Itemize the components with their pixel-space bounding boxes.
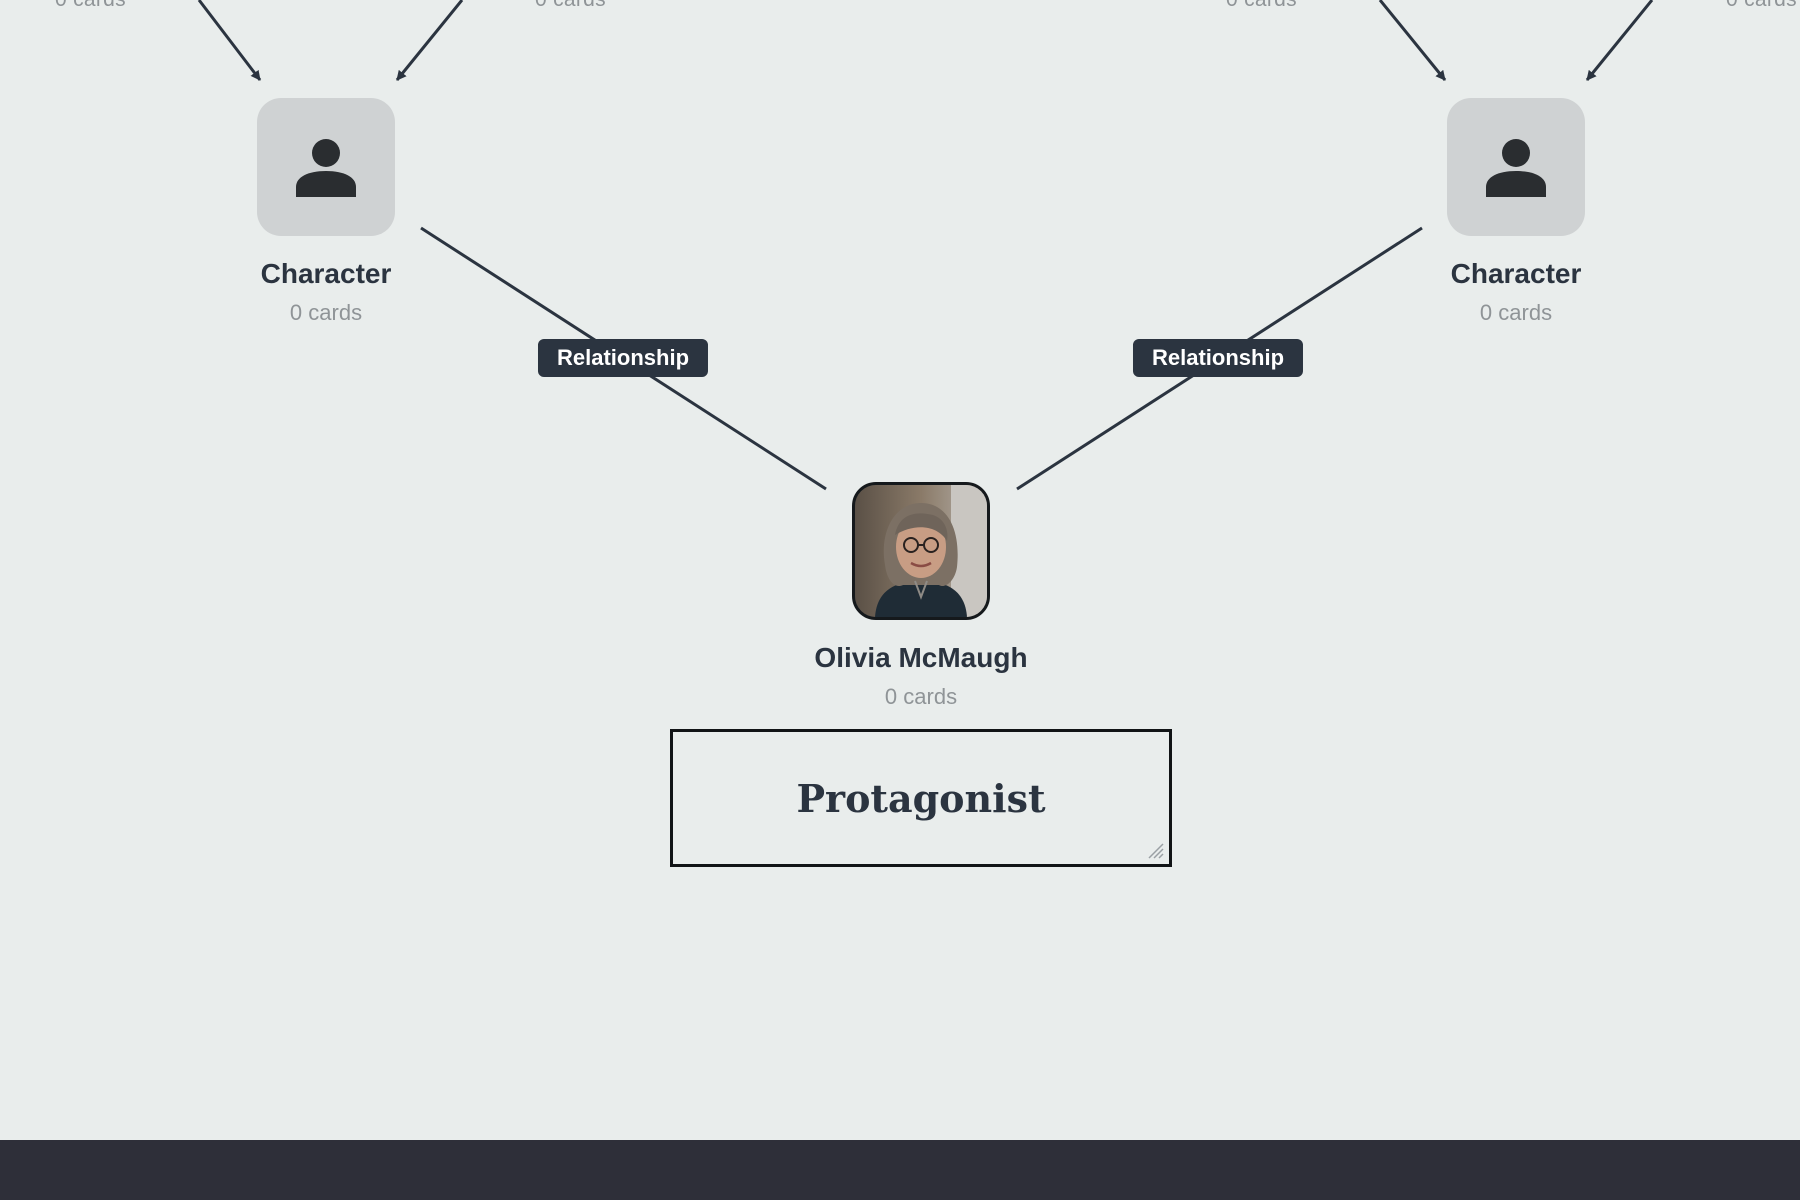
node-count: 0 cards [884,684,958,709]
node-avatar[interactable] [257,98,395,236]
relationship-canvas[interactable]: 0 cards 0 cards 0 cards 0 cards Characte… [0,0,1800,1140]
role-textarea[interactable]: Protagonist [670,729,1172,867]
node-avatar[interactable] [852,482,990,620]
node-count-cut: 0 cards [1226,0,1297,12]
relationship-label-left[interactable]: Relationship [537,339,709,377]
character-node-right[interactable]: Character 0 cards [1356,98,1676,326]
resize-handle-icon[interactable] [1145,840,1165,860]
bottom-toolbar [0,1140,1800,1200]
node-count: 0 cards [1479,300,1553,325]
node-title[interactable]: Character [1356,258,1676,290]
person-icon [296,139,356,197]
node-avatar[interactable] [1447,98,1585,236]
node-count-cut: 0 cards [55,0,126,12]
character-node-olivia[interactable]: Olivia McMaugh 0 cards [761,482,1081,710]
node-count-cut: 0 cards [1726,0,1797,12]
person-icon [1486,139,1546,197]
node-count-cut: 0 cards [535,0,606,12]
character-node-left[interactable]: Character 0 cards [166,98,486,326]
node-count: 0 cards [289,300,363,325]
arrow-edge-top-left-a [197,0,262,81]
node-title[interactable]: Character [166,258,486,290]
portrait-photo [855,485,987,617]
arrow-edge-top-left-b [395,0,464,81]
node-title[interactable]: Olivia McMaugh [761,642,1081,674]
arrow-edge-top-right-a [1378,0,1447,81]
arrow-edge-top-right-b [1585,0,1654,81]
role-text: Protagonist [796,775,1046,821]
relationship-label-right[interactable]: Relationship [1132,339,1304,377]
